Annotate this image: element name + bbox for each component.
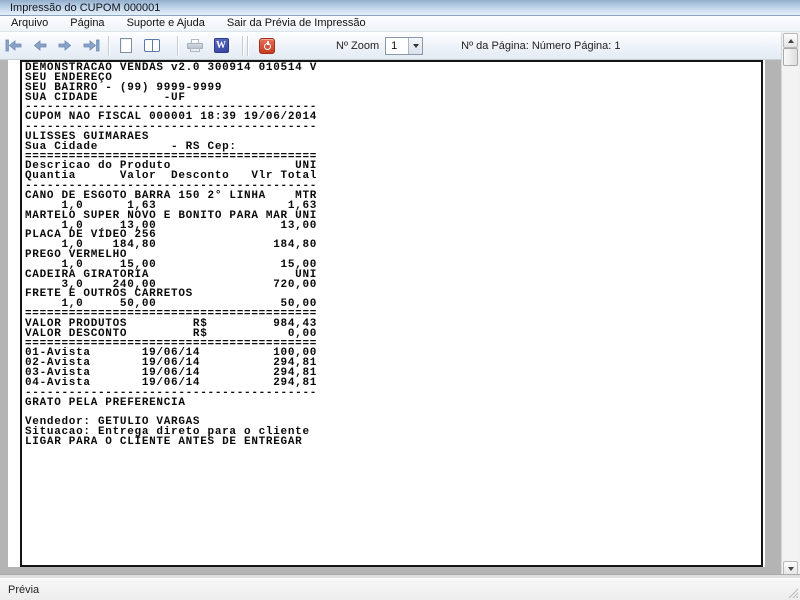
scrollbar-thumb[interactable] [783, 48, 798, 66]
page-number-info: Nº da Página: Número Página: 1 [461, 39, 621, 52]
chevron-down-icon [412, 43, 419, 48]
two-page-view-button[interactable] [139, 34, 165, 58]
zoom-select[interactable]: 1 [385, 36, 424, 55]
arrow-up-icon [787, 38, 794, 43]
menu-arquivo[interactable]: Arquivo [0, 16, 59, 31]
preview-area: DEMONSTRACAO VENDAS v2.0 300914 010514 V… [0, 60, 781, 574]
menu-suporte-e-ajuda[interactable]: Suporte e Ajuda [116, 16, 216, 31]
resize-grip[interactable] [788, 588, 798, 598]
vertical-scrollbar[interactable] [781, 33, 798, 577]
exit-preview-button[interactable] [254, 34, 280, 58]
first-page-icon [5, 39, 21, 52]
print-icon [187, 38, 203, 53]
single-page-icon [120, 38, 132, 53]
toolbar: W Nº Zoom 1 Nº da Página: Número Página:… [0, 32, 781, 60]
menu-sair-da-previa[interactable]: Sair da Prévia de Impressão [216, 16, 377, 31]
previous-page-button[interactable] [26, 34, 52, 58]
scroll-up-button[interactable] [783, 33, 798, 48]
single-page-view-button[interactable] [113, 34, 139, 58]
last-page-button[interactable] [78, 34, 104, 58]
next-page-button[interactable] [52, 34, 78, 58]
toolbar-separator [108, 35, 109, 56]
receipt-paper: DEMONSTRACAO VENDAS v2.0 300914 010514 V… [8, 60, 765, 567]
status-text: Prévia [8, 583, 40, 596]
statusbar: Prévia [0, 578, 800, 600]
print-preview-window: Impressão do CUPOM 000001 Arquivo Página… [0, 0, 800, 600]
receipt-page-border: DEMONSTRACAO VENDAS v2.0 300914 010514 V… [20, 60, 763, 567]
exit-preview-icon [259, 37, 275, 54]
previous-page-icon [33, 40, 46, 51]
toolbar-separator [177, 35, 178, 56]
next-page-icon [58, 40, 71, 51]
menu-pagina[interactable]: Página [59, 16, 115, 31]
print-button[interactable] [182, 34, 208, 58]
arrow-down-icon [787, 566, 794, 571]
combo-dropdown-button[interactable] [408, 37, 423, 54]
menubar: Arquivo Página Suporte e Ajuda Sair da P… [0, 16, 800, 32]
two-pages-icon [144, 39, 160, 52]
titlebar: Impressão do CUPOM 000001 [0, 0, 800, 16]
toolbar-separator [242, 35, 243, 56]
window-title: Impressão do CUPOM 000001 [10, 1, 161, 14]
toolbar-separator [247, 35, 248, 56]
zoom-label: Nº Zoom [336, 39, 380, 52]
receipt-text: DEMONSTRACAO VENDAS v2.0 300914 010514 V… [25, 62, 318, 449]
export-word-button[interactable]: W [208, 34, 234, 58]
last-page-icon [83, 39, 99, 52]
export-word-icon: W [213, 38, 229, 53]
zoom-value: 1 [391, 39, 398, 52]
first-page-button[interactable] [0, 34, 26, 58]
